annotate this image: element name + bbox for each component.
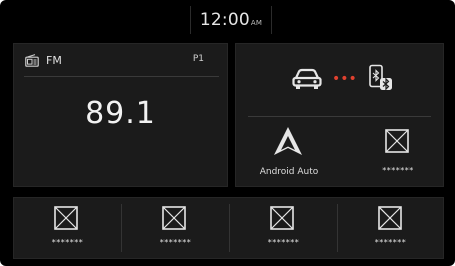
app-shortcut-1[interactable]: ******* [14, 198, 121, 258]
clock-time: 12:00 [199, 10, 250, 30]
widget-divider [248, 116, 431, 117]
app-shortcut-label: ******* [51, 238, 84, 247]
app-shortcut-label: ******* [159, 238, 192, 247]
app-shortcut-bar: ******* ******* ******* ******* [13, 197, 444, 259]
radio-header: FM P1 [24, 52, 219, 77]
phone-bluetooth-icon[interactable] [368, 64, 394, 92]
empty-app-icon [270, 206, 294, 230]
app-shortcut-label: ******* [267, 238, 300, 247]
app-shortcut-2[interactable]: ******* [122, 198, 229, 258]
empty-app-icon [54, 206, 78, 230]
status-bar: 12:00AM [0, 6, 455, 34]
radio-frequency: 89.1 [85, 96, 156, 131]
connection-dots: ••• [332, 71, 357, 87]
radio-widget[interactable]: FM P1 89.1 [13, 43, 228, 187]
empty-app-icon[interactable] [385, 129, 409, 153]
app-shortcut-3[interactable]: ******* [230, 198, 337, 258]
android-auto-icon[interactable] [273, 126, 303, 156]
app-slot-label: ******* [382, 166, 414, 175]
app-shortcut-4[interactable]: ******* [338, 198, 443, 258]
app-shortcut-label: ******* [374, 238, 407, 247]
empty-app-icon [378, 206, 402, 230]
empty-app-icon [162, 206, 186, 230]
screen-frame: 12:00AM FM P1 89.1 ••• Android Auto ****… [0, 0, 455, 266]
android-auto-label: Android Auto [259, 167, 319, 177]
radio-preset: P1 [192, 54, 204, 64]
car-icon[interactable] [291, 68, 323, 90]
home-display: 12:00AM FM P1 89.1 ••• Android Auto ****… [0, 0, 455, 266]
clock-ampm: AM [250, 19, 263, 27]
radio-icon [25, 54, 39, 67]
phone-projection-widget: ••• Android Auto ******* [235, 43, 444, 187]
clock[interactable]: 12:00AM [190, 6, 272, 34]
radio-band: FM [46, 54, 62, 67]
